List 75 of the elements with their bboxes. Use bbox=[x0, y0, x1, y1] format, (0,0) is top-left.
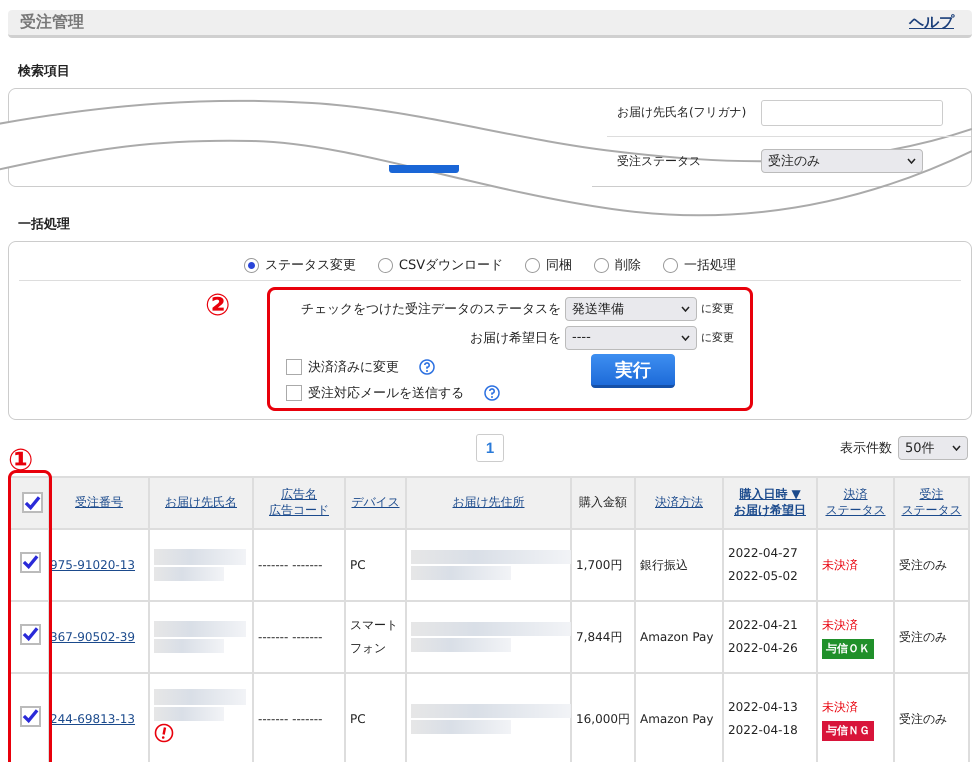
page-button[interactable]: 1 bbox=[476, 434, 504, 462]
mode-radio[interactable]: 削除 bbox=[594, 256, 642, 274]
date-text: 2022-04-18 bbox=[728, 722, 799, 739]
mode-radio[interactable]: ステータス変更 bbox=[244, 256, 356, 274]
help-icon[interactable] bbox=[419, 359, 435, 375]
blurred-text-placeholder bbox=[154, 707, 224, 722]
date-text: 2022-04-13 bbox=[728, 699, 799, 716]
chevron-down-icon bbox=[907, 158, 916, 164]
amount-text: 16,000円 bbox=[576, 712, 630, 726]
help-icon[interactable] bbox=[484, 385, 500, 401]
checkbox[interactable] bbox=[286, 359, 302, 375]
field-label: お届け希望日を bbox=[470, 330, 561, 346]
amount-text: 7,844円 bbox=[576, 630, 622, 644]
payment-status-text: 未決済 bbox=[822, 556, 859, 574]
execute-button[interactable]: 実行 bbox=[591, 354, 675, 388]
checkbox[interactable] bbox=[20, 706, 41, 727]
checkbox-label: 決済済みに変更 bbox=[308, 359, 399, 376]
column-header[interactable]: お届け先住所 bbox=[452, 495, 524, 511]
blurred-text-placeholder bbox=[154, 639, 224, 653]
field-label: 受注ステータス bbox=[617, 152, 702, 170]
section-heading: 一括処理 bbox=[18, 216, 71, 233]
device-text: PC bbox=[350, 712, 366, 726]
field-suffix: に変更 bbox=[701, 301, 734, 316]
order-number-link[interactable]: 975-91020-13 bbox=[50, 558, 136, 572]
payment-status-text: 未決済 bbox=[822, 617, 859, 634]
chevron-down-icon bbox=[952, 445, 961, 451]
checkbox[interactable] bbox=[286, 385, 302, 401]
status-select[interactable]: 発送準備 bbox=[565, 296, 697, 320]
page-title: 受注管理 bbox=[20, 12, 84, 33]
date-text: 2022-04-21 bbox=[728, 617, 799, 634]
date-text: 2022-04-27 bbox=[728, 545, 799, 562]
mode-radio[interactable]: 一括処理 bbox=[663, 256, 736, 274]
date-text: 2022-05-02 bbox=[728, 568, 799, 585]
date-select[interactable]: ---- bbox=[565, 326, 697, 350]
payment-method-text: Amazon Pay bbox=[640, 630, 714, 644]
payment-status-text: 未決済 bbox=[822, 699, 859, 716]
field-suffix: に変更 bbox=[701, 330, 734, 345]
device-text: スマートフォン bbox=[350, 618, 398, 655]
payment-method-text: 銀行振込 bbox=[640, 558, 688, 572]
order-status-text: 受注のみ bbox=[899, 630, 947, 644]
order-number-link[interactable]: 367-90502-39 bbox=[50, 630, 136, 644]
order-number-link[interactable]: 244-69813-13 bbox=[50, 712, 136, 726]
order-status-text: 受注のみ bbox=[899, 712, 947, 726]
table-cell-text: ------- ------- bbox=[258, 558, 322, 572]
checkbox[interactable] bbox=[20, 552, 41, 573]
help-link[interactable]: ヘルプ bbox=[909, 13, 954, 32]
date-text: 2022-04-26 bbox=[728, 640, 799, 657]
amount-text: 1,700円 bbox=[576, 558, 622, 572]
annotation-number: ① bbox=[8, 446, 34, 476]
field-label: お届け先氏名(フリガナ) bbox=[617, 104, 748, 121]
credit-status-badge: 与信ＯＫ bbox=[822, 639, 874, 659]
checkbox[interactable] bbox=[22, 492, 42, 514]
checkbox[interactable] bbox=[20, 624, 41, 645]
table-cell-text: ------- ------- bbox=[258, 712, 322, 726]
status-select[interactable]: 受注のみ bbox=[761, 149, 923, 173]
blurred-text-placeholder bbox=[154, 567, 224, 581]
table-cell-text: ------- ------- bbox=[258, 630, 322, 644]
device-text: PC bbox=[350, 558, 366, 572]
order-status-text: 受注のみ bbox=[899, 558, 947, 572]
credit-status-badge: 与信ＮＧ bbox=[822, 721, 874, 741]
column-header: 購入金額 bbox=[579, 495, 627, 511]
field-label: チェックをつけた受注データのステータスを bbox=[301, 300, 561, 318]
checkbox-label: 受注対応メールを送信する bbox=[308, 385, 464, 402]
field-label: 表示件数 bbox=[840, 440, 892, 457]
mode-radio[interactable]: CSVダウンロード bbox=[378, 256, 504, 274]
input-field[interactable] bbox=[761, 100, 943, 126]
column-header[interactable]: 受注番号 bbox=[75, 495, 123, 511]
mode-radio[interactable]: 同梱 bbox=[525, 256, 572, 274]
payment-method-text: Amazon Pay bbox=[640, 712, 714, 726]
annotation-number: ② bbox=[205, 291, 230, 321]
chevron-down-icon bbox=[681, 306, 690, 312]
section-heading: 検索項目 bbox=[18, 62, 71, 80]
per-page-select[interactable]: 50件 bbox=[898, 436, 968, 460]
chevron-down-icon bbox=[681, 334, 690, 340]
column-header[interactable]: 決済方法 bbox=[655, 495, 703, 511]
